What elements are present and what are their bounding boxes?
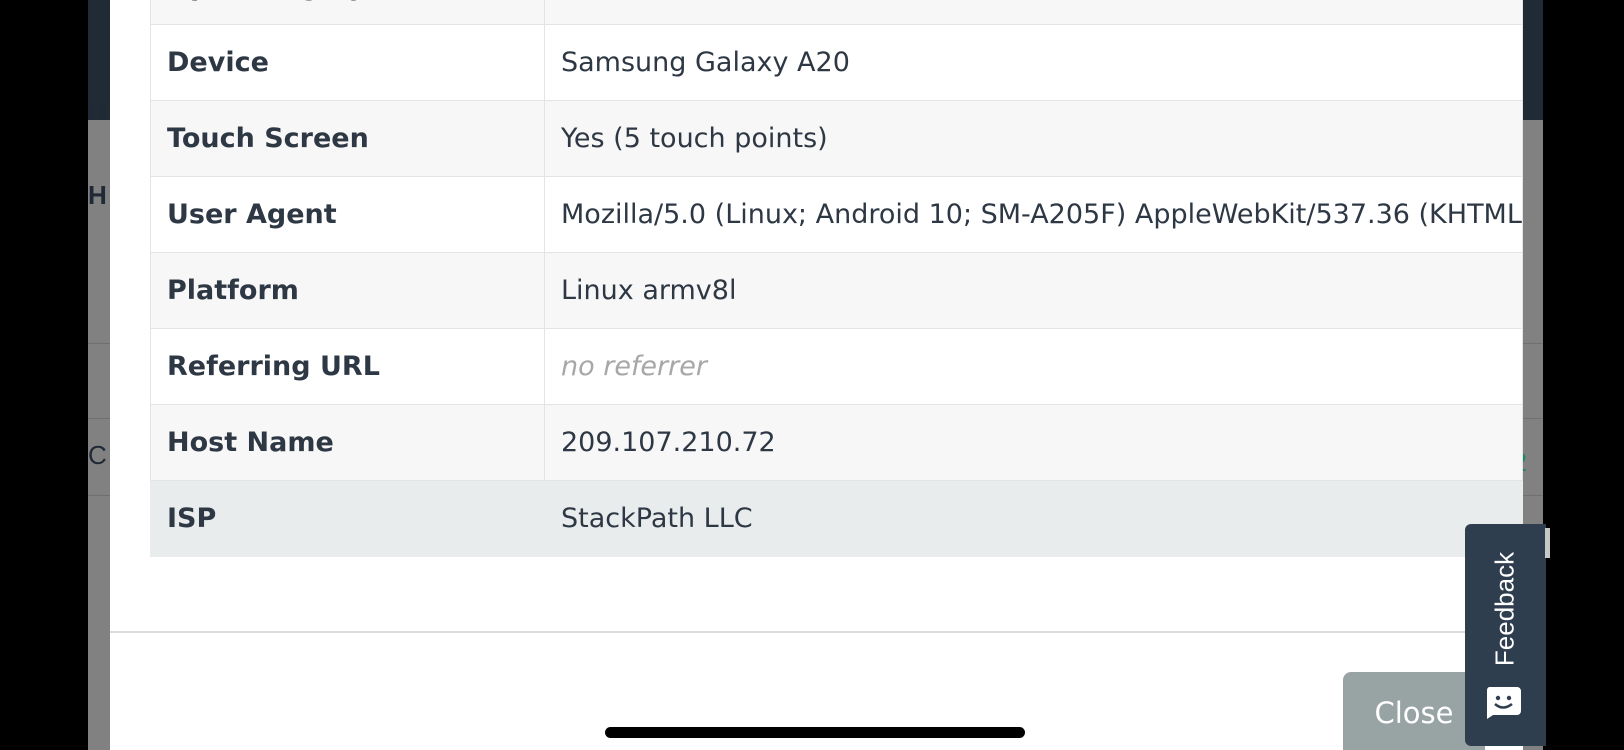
row-value: 209.107.210.72 [544, 404, 1523, 481]
modal-footer-divider [110, 631, 1523, 633]
row-value: Mozilla/5.0 (Linux; Android 10; SM-A205F… [544, 176, 1523, 253]
table-row: Referring URL no referrer [150, 328, 1523, 405]
table-row: User Agent Mozilla/5.0 (Linux; Android 1… [150, 176, 1523, 253]
feedback-label: Feedback [1489, 551, 1520, 667]
background-text-fragment: H [88, 96, 107, 126]
feedback-tab[interactable]: Feedback [1465, 524, 1546, 746]
table-row: ISP StackPath LLC [150, 480, 1523, 557]
row-label: Referring URL [150, 328, 545, 405]
home-indicator[interactable] [605, 727, 1025, 738]
row-value: Samsung Galaxy A20 [544, 24, 1523, 101]
table-row: Touch Screen Yes (5 touch points) [150, 100, 1523, 177]
row-value: StackPath LLC [544, 480, 1523, 557]
row-label: Host Name [150, 404, 545, 481]
close-button-label: Close [1374, 696, 1454, 730]
visit-details-modal: Operating System Device Samsung Galaxy A… [110, 0, 1523, 750]
close-button[interactable]: Close [1343, 672, 1485, 750]
row-label: ISP [150, 480, 545, 557]
table-row: Host Name 209.107.210.72 [150, 404, 1523, 481]
chat-smile-icon [1486, 687, 1521, 719]
row-value: Linux armv8l [544, 252, 1523, 329]
row-value: Yes (5 touch points) [544, 100, 1523, 177]
background-text-fragment: C [88, 440, 107, 470]
row-value: no referrer [544, 328, 1523, 405]
table-row: Operating System [150, 0, 1523, 25]
edge-sliver [1545, 528, 1550, 558]
background-text-fragment: H [88, 180, 107, 210]
row-label: User Agent [150, 176, 545, 253]
table-row: Device Samsung Galaxy A20 [150, 24, 1523, 101]
table-row: Platform Linux armv8l [150, 252, 1523, 329]
visit-details-table: Operating System Device Samsung Galaxy A… [150, 0, 1523, 557]
row-label: Touch Screen [150, 100, 545, 177]
row-label: Device [150, 24, 545, 101]
row-label: Platform [150, 252, 545, 329]
row-label: Operating System [150, 0, 545, 25]
row-value [544, 0, 1523, 25]
